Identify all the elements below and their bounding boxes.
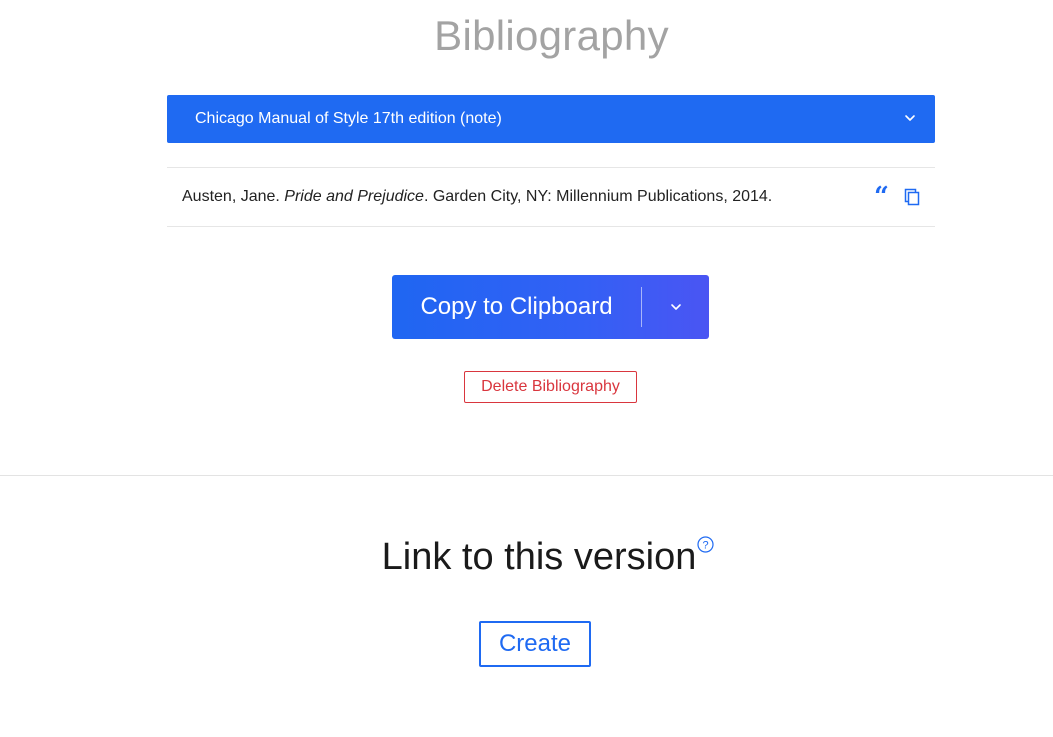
citation-style-select[interactable]: Chicago Manual of Style 17th edition (no…: [167, 95, 935, 143]
copy-options-dropdown[interactable]: [642, 275, 709, 339]
entry-actions: “: [874, 184, 921, 210]
help-circle-icon[interactable]: ?: [697, 536, 714, 553]
copy-icon[interactable]: [903, 188, 921, 206]
citation-author: Austen, Jane.: [182, 188, 280, 205]
citation-text: Austen, Jane. Pride and Prejudice. Garde…: [182, 188, 772, 206]
citation-title: Pride and Prejudice: [284, 188, 424, 205]
citation-style-selected: Chicago Manual of Style 17th edition (no…: [195, 110, 502, 127]
create-link-button[interactable]: Create: [479, 621, 591, 667]
page: Bibliography Chicago Manual of Style 17t…: [0, 0, 1053, 737]
chevron-down-icon: [670, 304, 681, 310]
quote-icon[interactable]: “: [874, 184, 889, 210]
help-glyph: ?: [702, 540, 708, 552]
link-section-title: Link to this version: [381, 536, 697, 578]
copy-to-clipboard-group: Copy to Clipboard: [392, 275, 709, 339]
citation-publication: . Garden City, NY: Millennium Publicatio…: [423, 188, 773, 205]
chevron-down-icon: [905, 115, 915, 121]
bibliography-entry: Austen, Jane. Pride and Prejudice. Garde…: [167, 167, 935, 227]
copy-to-clipboard-button[interactable]: Copy to Clipboard: [392, 293, 641, 321]
section-divider: [0, 475, 1053, 476]
page-title: Bibliography: [434, 12, 669, 59]
delete-bibliography-button[interactable]: Delete Bibliography: [464, 371, 637, 403]
